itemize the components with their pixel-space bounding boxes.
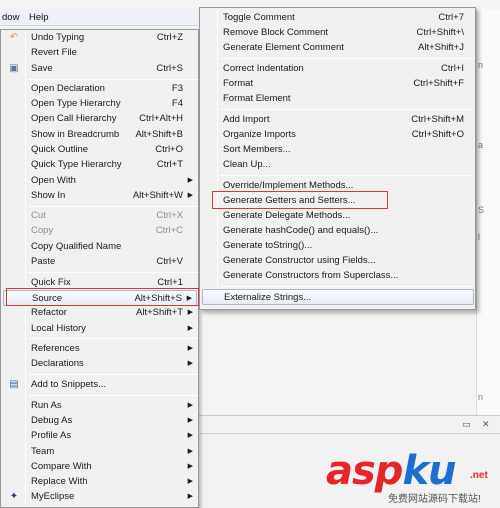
menu-item-externalize-strings[interactable]: Externalize Strings... [202,289,474,305]
source-highlight-box [6,288,199,306]
menu-item-add-import[interactable]: Add Import Ctrl+Shift+M [202,112,474,128]
panel-tabs [200,420,500,434]
menu-item-remove-block-comment[interactable]: Remove Block Comment Ctrl+Shift+\ [202,25,474,41]
menu-item-generate-element-comment[interactable]: Generate Element Comment Alt+Shift+J [202,40,474,56]
menu-separator [220,58,474,59]
menu-item-myeclipse[interactable]: ✦ MyEclipse ▶ [3,489,197,505]
menu-item-references[interactable]: References ▶ [3,341,197,357]
watermark-suffix: .net [470,470,488,481]
context-menu: ↶ Undo Typing Ctrl+Z Revert File ▣ Save … [0,29,199,508]
menu-item-generate-constructor-fields[interactable]: Generate Constructor using Fields... [202,253,474,269]
menu-item-undo-typing[interactable]: ↶ Undo Typing Ctrl+Z [3,30,197,46]
menu-item-quick-outline[interactable]: Quick Outline Ctrl+O [3,142,197,158]
close-icon[interactable]: ✕ [482,419,490,430]
watermark-logo: aspku .net 免费网站源码下载站! [322,448,500,508]
menu-item-open-type-hierarchy[interactable]: Open Type Hierarchy F4 [3,96,197,112]
menu-separator [28,395,198,396]
snippets-icon: ▤ [9,379,19,390]
menu-item-quick-type-hierarchy[interactable]: Quick Type Hierarchy Ctrl+T [3,157,197,173]
menu-item-generate-hashcode-equals[interactable]: Generate hashCode() and equals()... [202,223,474,239]
menu-item-open-with[interactable]: Open With ▶ [3,173,197,189]
submenu-arrow-icon: ▶ [187,463,193,470]
menu-item-generate-tostring[interactable]: Generate toString()... [202,238,474,254]
submenu-arrow-icon: ▶ [187,192,193,199]
menu-item-local-history[interactable]: Local History ▶ [3,321,197,337]
editor-text: n [478,60,484,70]
watermark-tagline: 免费网站源码下载站! [388,494,481,505]
menu-item-declarations[interactable]: Declarations ▶ [3,356,197,372]
menu-item-generate-constructors-superclass[interactable]: Generate Constructors from Superclass... [202,268,474,284]
menu-separator [28,272,198,273]
submenu-arrow-icon: ▶ [187,345,193,352]
menu-item-open-declaration[interactable]: Open Declaration F3 [3,81,197,97]
menu-item-organize-imports[interactable]: Organize Imports Ctrl+Shift+O [202,127,474,143]
menu-item-revert-file[interactable]: Revert File [3,45,197,61]
menu-separator [220,175,474,176]
getters-setters-highlight-box [212,191,388,209]
editor-text: l [478,232,480,242]
menu-item-save[interactable]: ▣ Save Ctrl+S [3,61,197,77]
menu-item-cut[interactable]: Cut Ctrl+X [3,208,197,224]
menu-item-run-as[interactable]: Run As ▶ [3,398,197,414]
submenu-arrow-icon: ▶ [187,360,193,367]
menu-item-profile-as[interactable]: Profile As ▶ [3,428,197,444]
menu-separator [220,286,474,287]
menu-separator [28,374,198,375]
myeclipse-icon: ✦ [9,491,19,502]
menu-item-copy[interactable]: Copy Ctrl+C [3,223,197,239]
menu-item-add-to-snippets[interactable]: ▤ Add to Snippets... [3,377,197,393]
submenu-arrow-icon: ▶ [187,309,193,316]
menu-item-generate-delegate-methods[interactable]: Generate Delegate Methods... [202,208,474,224]
menu-item-show-in-breadcrumb[interactable]: Show in Breadcrumb Alt+Shift+B [3,127,197,143]
menu-item-refactor[interactable]: Refactor Alt+Shift+T ▶ [3,305,197,321]
editor-text: a [478,140,484,150]
submenu-arrow-icon: ▶ [187,493,193,500]
menu-separator [28,206,198,207]
menu-item-paste[interactable]: Paste Ctrl+V [3,254,197,270]
submenu-arrow-icon: ▶ [187,448,193,455]
menu-item-sort-members[interactable]: Sort Members... [202,142,474,158]
submenu-arrow-icon: ▶ [187,478,193,485]
submenu-arrow-icon: ▶ [187,402,193,409]
menu-item-compare-with[interactable]: Compare With ▶ [3,459,197,475]
menu-item-clean-up[interactable]: Clean Up... [202,157,474,173]
menu-separator [28,338,198,339]
menu-separator [220,109,474,110]
menu-window[interactable]: dow [2,12,19,23]
menu-item-team[interactable]: Team ▶ [3,444,197,460]
save-icon: ▣ [9,63,19,74]
menu-item-toggle-comment[interactable]: Toggle Comment Ctrl+7 [202,10,474,26]
menu-item-format[interactable]: Format Ctrl+Shift+F [202,76,474,92]
submenu-arrow-icon: ▶ [187,177,193,184]
menu-item-open-call-hierarchy[interactable]: Open Call Hierarchy Ctrl+Alt+H [3,111,197,127]
editor-text: S [478,205,485,215]
undo-icon: ↶ [9,32,19,43]
submenu-arrow-icon: ▶ [187,325,193,332]
editor-text: n [478,392,484,402]
menu-item-replace-with[interactable]: Replace With ▶ [3,474,197,490]
minimize-icon[interactable]: ▭ [462,419,471,430]
menu-help[interactable]: Help [29,12,49,23]
submenu-arrow-icon: ▶ [187,432,193,439]
menu-item-show-in[interactable]: Show In Alt+Shift+W ▶ [3,188,197,204]
submenu-arrow-icon: ▶ [187,417,193,424]
menu-item-debug-as[interactable]: Debug As ▶ [3,413,197,429]
menu-item-correct-indentation[interactable]: Correct Indentation Ctrl+I [202,61,474,77]
watermark-brand: aspku [326,448,457,494]
menu-separator [28,79,198,80]
source-submenu: Toggle Comment Ctrl+7 Remove Block Comme… [199,7,476,310]
menu-item-format-element[interactable]: Format Element [202,91,474,107]
menu-item-copy-qualified-name[interactable]: Copy Qualified Name [3,239,197,255]
